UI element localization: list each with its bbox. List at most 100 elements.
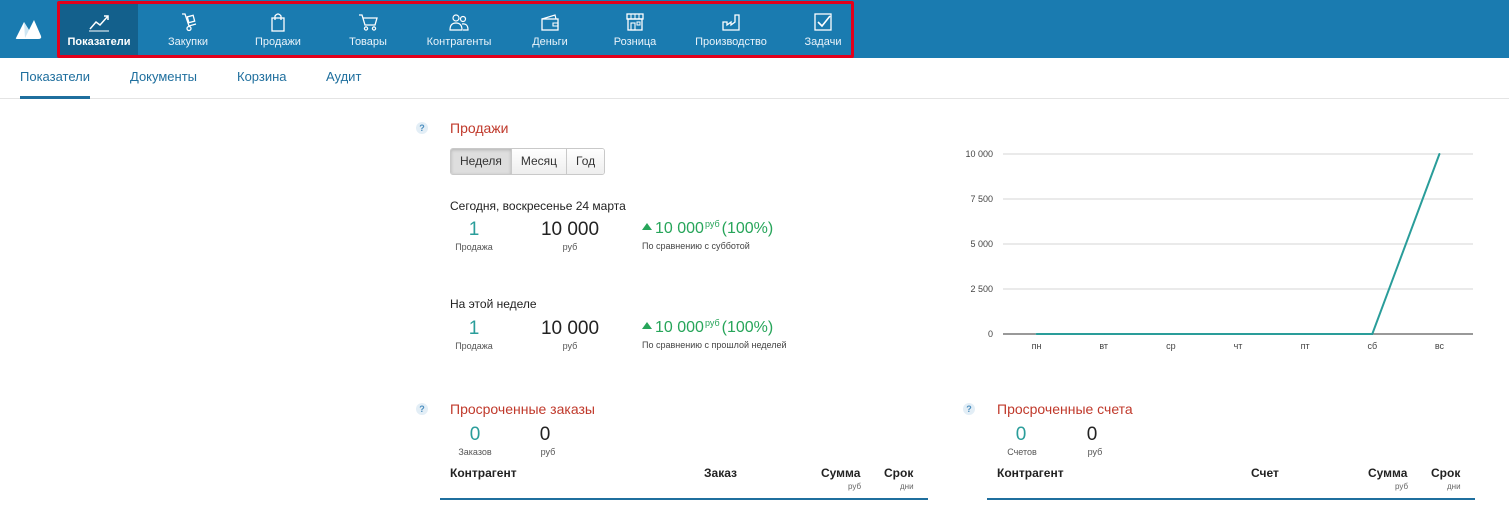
today-delta-unit: руб: [704, 219, 720, 229]
data-point: [1304, 333, 1307, 335]
nav-item-counterparties[interactable]: Контрагенты: [418, 3, 500, 55]
today-delta-value: 10 000: [655, 220, 704, 237]
invoices-table-divider: [987, 498, 1475, 500]
period-week-button[interactable]: Неделя: [451, 149, 512, 174]
nav-item-purchases[interactable]: Закупки: [138, 3, 238, 55]
sales-help-icon[interactable]: ?: [416, 122, 428, 134]
orders-col-term-unit: дни: [900, 482, 914, 491]
data-point: [1438, 153, 1441, 155]
orders-col-sum[interactable]: Сумма: [821, 466, 860, 480]
invoices-col-sum-unit: руб: [1395, 482, 1409, 491]
x-tick-label: чт: [1234, 341, 1243, 351]
nav-item-label: Продажи: [255, 36, 301, 48]
nav-item-label: Закупки: [167, 36, 209, 48]
today-delta-percent: (100%): [721, 220, 774, 237]
nav-item-sales[interactable]: Продажи: [238, 3, 318, 55]
orders-col-counterparty[interactable]: Контрагент: [450, 466, 517, 480]
nav-item-label: Задачи: [804, 36, 842, 48]
orders-help-icon[interactable]: ?: [416, 403, 428, 415]
overdue-invoices-count[interactable]: 0: [1001, 424, 1041, 446]
y-tick-label: 7 500: [970, 194, 993, 204]
tab-trash[interactable]: Корзина: [237, 69, 287, 96]
overdue-orders-count[interactable]: 0: [455, 424, 495, 446]
period-year-button[interactable]: Год: [567, 149, 605, 174]
x-tick-label: сб: [1367, 341, 1377, 351]
nav-item-indicators[interactable]: Показатели: [60, 3, 138, 55]
week-sales-count: 1: [468, 318, 480, 339]
period-month-button[interactable]: Месяц: [511, 149, 568, 174]
week-label: На этой неделе: [450, 297, 537, 311]
week-delta-percent: (100%): [721, 319, 774, 336]
shopping-cart-icon: [359, 14, 378, 31]
orders-col-term[interactable]: Срок: [884, 466, 913, 480]
nav-item-money[interactable]: Деньги: [500, 3, 600, 55]
wallet-icon: [541, 14, 559, 31]
overdue-orders-title: Просроченные заказы: [450, 401, 595, 417]
tab-indicators[interactable]: Показатели: [20, 69, 90, 99]
sub-tabs: Показатели Документы Корзина Аудит: [0, 58, 1509, 99]
today-sales-amount: 10 000: [540, 219, 600, 240]
invoices-col-sum[interactable]: Сумма: [1368, 466, 1407, 480]
line-chart-icon: [89, 15, 109, 32]
overdue-orders-count-label: Заказов: [458, 447, 492, 457]
week-amount-unit: руб: [562, 341, 578, 351]
nav-item-production[interactable]: Производство: [670, 3, 792, 55]
week-delta: 10 000руб (100%): [642, 318, 773, 337]
factory-icon: [722, 14, 740, 31]
x-tick-label: вс: [1435, 341, 1445, 351]
invoices-col-counterparty[interactable]: Контрагент: [997, 466, 1064, 480]
nav-item-goods[interactable]: Товары: [318, 3, 418, 55]
nav-item-retail[interactable]: Розница: [600, 3, 670, 55]
hand-truck-icon: [182, 13, 197, 32]
tab-audit[interactable]: Аудит: [326, 69, 361, 96]
week-comparison: По сравнению с прошлой неделей: [642, 340, 787, 350]
overdue-invoices-amount-unit: руб: [1087, 447, 1103, 457]
overdue-invoices-title: Просроченные счета: [997, 401, 1133, 417]
data-point: [1237, 333, 1239, 335]
today-delta: 10 000руб (100%): [642, 219, 773, 238]
tab-documents[interactable]: Документы: [130, 69, 197, 96]
shopping-bag-icon: [271, 13, 285, 32]
nav-item-tasks[interactable]: Задачи: [792, 3, 854, 55]
sales-chart: 0 2 500 5 000 7 500 10 000 пн вт ср чт пт сб вс: [965, 149, 1473, 351]
y-tick-label: 2 500: [970, 284, 993, 294]
logo-icon[interactable]: [14, 16, 42, 40]
top-bar: Показатели Закупки Продажи Товары Контра…: [0, 0, 1509, 58]
nav-item-label: Деньги: [532, 36, 568, 48]
invoices-col-term-unit: дни: [1447, 482, 1461, 491]
up-arrow-icon: [642, 322, 652, 329]
nav-item-label: Производство: [695, 36, 767, 48]
nav-item-label: Показатели: [67, 36, 131, 48]
today-label: Сегодня, воскресенье 24 марта: [450, 199, 626, 213]
data-point: [1035, 333, 1038, 335]
data-point: [1169, 333, 1172, 335]
nav-item-label: Розница: [613, 36, 657, 48]
invoices-help-icon[interactable]: ?: [963, 403, 975, 415]
data-point: [1102, 333, 1105, 335]
week-delta-value: 10 000: [655, 319, 704, 336]
invoices-col-invoice[interactable]: Счет: [1251, 466, 1279, 480]
y-tick-label: 5 000: [970, 239, 993, 249]
sales-title: Продажи: [450, 120, 509, 136]
invoices-col-term[interactable]: Срок: [1431, 466, 1460, 480]
checkbox-icon: [814, 13, 832, 31]
people-icon: [449, 14, 469, 31]
week-delta-unit: руб: [704, 318, 720, 328]
y-tick-label: 0: [988, 329, 993, 339]
today-amount-unit: руб: [562, 242, 578, 252]
today-comparison: По сравнению с субботой: [642, 241, 750, 251]
overdue-invoices-count-label: Счетов: [1007, 447, 1037, 457]
nav-item-label: Контрагенты: [426, 36, 492, 48]
today-sales-count: 1: [468, 219, 480, 240]
x-tick-label: ср: [1166, 341, 1176, 351]
main-nav: Показатели Закупки Продажи Товары Контра…: [60, 3, 854, 55]
week-sales-count-label: Продажа: [455, 341, 493, 351]
x-tick-label: вт: [1099, 341, 1108, 351]
week-sales-amount: 10 000: [540, 318, 600, 339]
x-tick-label: пт: [1301, 341, 1310, 351]
orders-table-divider: [440, 498, 928, 500]
store-icon: [626, 13, 644, 31]
nav-item-label: Товары: [349, 36, 387, 48]
orders-col-order[interactable]: Заказ: [704, 466, 737, 480]
overdue-orders-amount: 0: [539, 424, 551, 445]
